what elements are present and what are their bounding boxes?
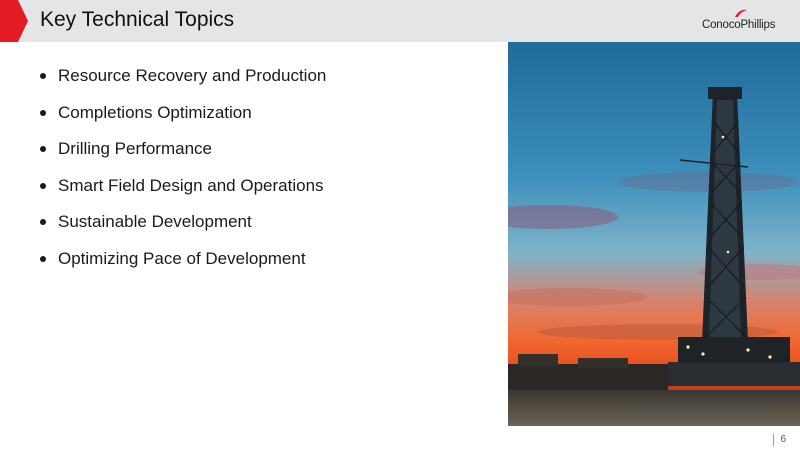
slide-title: Key Technical Topics	[40, 8, 235, 31]
header-bar: Key Technical Topics ConocoPhillips	[0, 0, 800, 42]
list-item-text: Sustainable Development	[58, 212, 252, 231]
list-item-text: Completions Optimization	[58, 102, 252, 122]
list-item-text: Smart Field Design and Operations	[58, 175, 324, 195]
logo-text: ConocoPhillips	[702, 19, 776, 31]
bullet-icon	[40, 219, 46, 225]
red-chevron-accent	[0, 0, 28, 42]
list-item: Smart Field Design and Operations	[38, 174, 326, 211]
list-item-text: Drilling Performance	[58, 139, 212, 158]
logo-swoosh-icon	[735, 9, 747, 17]
bullet-icon	[40, 146, 46, 152]
list-item: Resource Recovery and Production	[38, 64, 326, 101]
topic-list: Resource Recovery and Production Complet…	[38, 64, 326, 283]
drilling-rig-photo	[508, 42, 800, 426]
list-item: Sustainable Development	[38, 210, 326, 247]
list-item: Optimizing Pace of Development	[38, 247, 326, 284]
company-logo: ConocoPhillips	[702, 9, 782, 31]
bullet-icon	[40, 182, 46, 189]
page-number: 6	[773, 434, 786, 446]
list-item-text: Optimizing Pace of Development	[58, 248, 306, 268]
bullet-icon	[40, 255, 46, 262]
bullet-icon	[40, 109, 46, 116]
list-item: Drilling Performance	[38, 137, 326, 174]
bullet-icon	[40, 73, 46, 79]
list-item-text: Resource Recovery and Production	[58, 66, 327, 85]
list-item: Completions Optimization	[38, 101, 326, 138]
